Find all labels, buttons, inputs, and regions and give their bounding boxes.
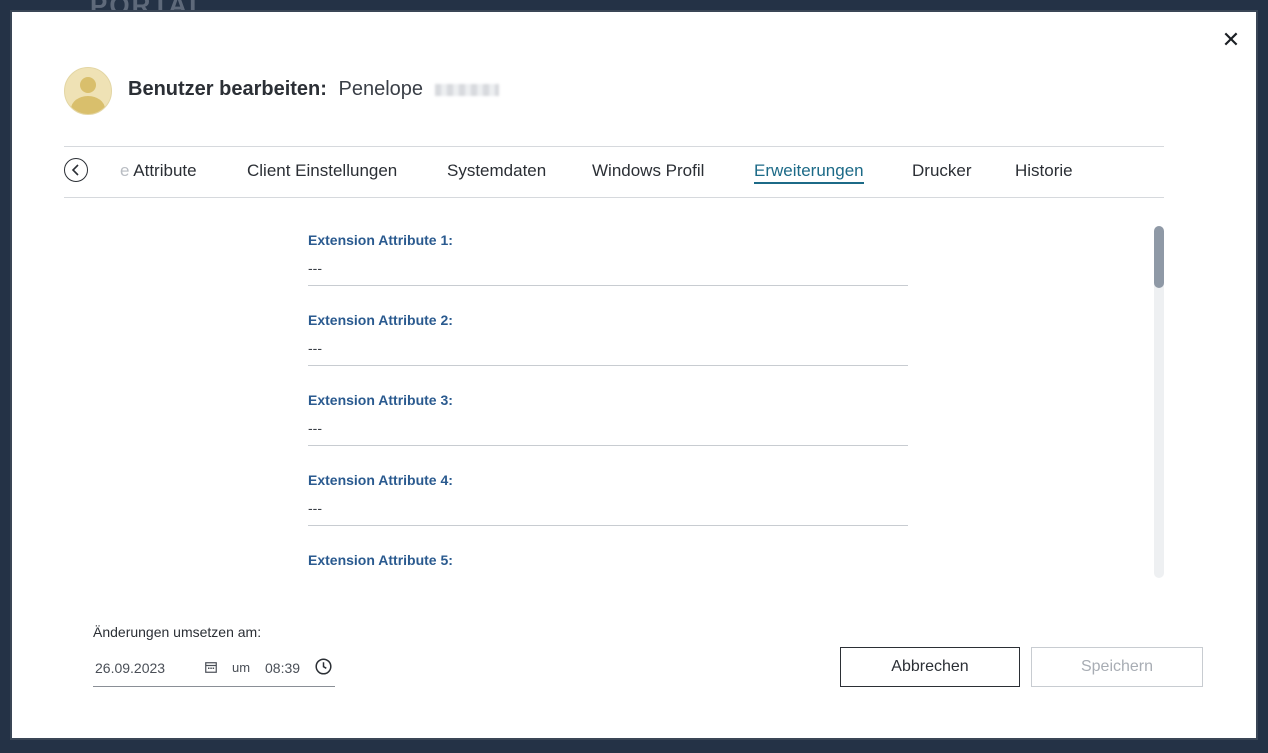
field-label: Extension Attribute 3: bbox=[308, 392, 453, 408]
user-name: Penelope bbox=[338, 78, 424, 100]
tab-scroll-left-button[interactable] bbox=[64, 158, 88, 182]
apply-datetime-field[interactable]: 26.09.2023 um 08:39 bbox=[93, 652, 335, 687]
calendar-icon[interactable] bbox=[205, 660, 217, 678]
field-label: Extension Attribute 4: bbox=[308, 472, 453, 488]
time-separator-label: um bbox=[232, 660, 251, 675]
extension-attributes-list: Extension Attribute 1: --- Extension Att… bbox=[308, 224, 910, 578]
tab-historie[interactable]: Historie bbox=[1015, 161, 1073, 181]
extension-attribute-4: Extension Attribute 4: --- bbox=[308, 464, 908, 526]
edit-user-dialog: ✕ Benutzer bearbeiten: Penelope e Attrib… bbox=[10, 10, 1258, 740]
field-value: --- bbox=[308, 500, 322, 516]
extension-attribute-2: Extension Attribute 2: --- bbox=[308, 304, 908, 366]
time-input[interactable]: 08:39 bbox=[265, 660, 300, 676]
tab-bar: e Attribute Client Einstellungen Systemd… bbox=[64, 146, 1164, 198]
field-label: Extension Attribute 2: bbox=[308, 312, 453, 328]
field-value: --- bbox=[308, 420, 322, 436]
content-scrollbar[interactable] bbox=[1154, 226, 1164, 578]
clock-icon[interactable] bbox=[315, 658, 332, 680]
save-button[interactable]: Speichern bbox=[1031, 647, 1203, 687]
extension-attribute-5: Extension Attribute 5: bbox=[308, 544, 908, 578]
title-label: Benutzer bearbeiten: bbox=[128, 78, 327, 100]
field-value: --- bbox=[308, 260, 322, 276]
redacted-surname bbox=[434, 83, 499, 96]
chevron-left-icon bbox=[71, 164, 79, 176]
page-title: Benutzer bearbeiten: Penelope bbox=[128, 78, 499, 101]
tab-erweiterungen[interactable]: Erweiterungen bbox=[754, 161, 864, 184]
tab-windows-profil[interactable]: Windows Profil bbox=[592, 161, 704, 181]
field-label: Extension Attribute 5: bbox=[308, 552, 453, 568]
avatar bbox=[64, 67, 112, 115]
apply-date-label: Änderungen umsetzen am: bbox=[93, 624, 262, 640]
tab-attribute[interactable]: e Attribute bbox=[120, 161, 197, 181]
scrollbar-thumb[interactable] bbox=[1154, 226, 1164, 288]
extension-attribute-3: Extension Attribute 3: --- bbox=[308, 384, 908, 446]
tab-drucker[interactable]: Drucker bbox=[912, 161, 972, 181]
tab-systemdaten[interactable]: Systemdaten bbox=[447, 161, 546, 181]
extension-attribute-1: Extension Attribute 1: --- bbox=[308, 224, 908, 286]
cancel-button[interactable]: Abbrechen bbox=[840, 647, 1020, 687]
date-input[interactable]: 26.09.2023 bbox=[95, 660, 165, 676]
field-value: --- bbox=[308, 340, 322, 356]
close-icon[interactable]: ✕ bbox=[1220, 30, 1242, 52]
tab-client-einstellungen[interactable]: Client Einstellungen bbox=[247, 161, 397, 181]
field-label: Extension Attribute 1: bbox=[308, 232, 453, 248]
